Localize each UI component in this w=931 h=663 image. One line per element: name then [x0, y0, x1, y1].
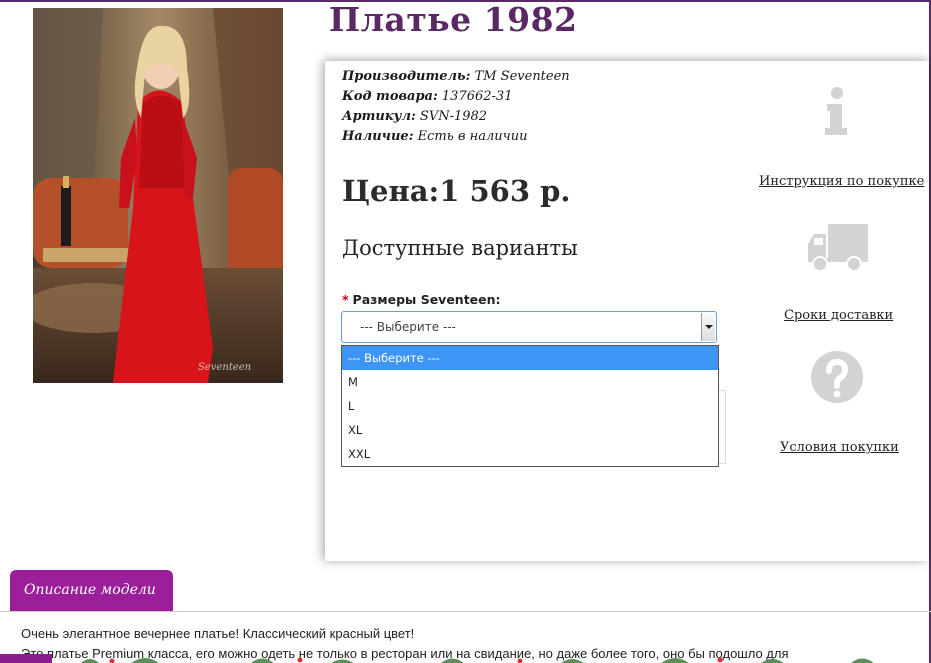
availability-value: Есть в наличии	[417, 129, 528, 144]
size-select-value: --- Выберите ---	[360, 320, 456, 334]
product-code-label: Код товара:	[342, 89, 438, 104]
product-code-value: 137662-31	[441, 89, 513, 104]
purchase-conditions-link[interactable]: Условия покупки	[780, 440, 899, 455]
manufacturer-value[interactable]: ТМ Seventeen	[475, 69, 570, 84]
description-line: Очень элегантное вечернее платье! Класси…	[21, 626, 415, 641]
tab-description[interactable]: Описание модели	[10, 570, 173, 612]
manufacturer-row: Производитель: ТМ Seventeen	[342, 69, 570, 84]
tab-divider	[0, 611, 931, 612]
product-photo[interactable]: Seventeen	[33, 8, 283, 383]
size-select[interactable]: --- Выберите ---	[341, 311, 717, 343]
article-label: Артикул:	[342, 109, 416, 124]
info-icon[interactable]	[822, 86, 850, 136]
manufacturer-label: Производитель:	[342, 69, 471, 84]
chevron-down-icon[interactable]	[701, 313, 715, 341]
size-option[interactable]: XXL	[342, 442, 718, 466]
size-option[interactable]: --- Выберите ---	[342, 346, 718, 370]
size-label: * Размеры Seventeen:	[342, 292, 501, 307]
size-label-text: Размеры Seventeen:	[352, 292, 501, 307]
size-dropdown-list[interactable]: --- Выберите --- M L XL XXL	[341, 345, 719, 467]
corner-tab	[0, 654, 52, 663]
photo-watermark: Seventeen	[198, 362, 251, 373]
availability-label: Наличие:	[342, 129, 414, 144]
size-option[interactable]: XL	[342, 418, 718, 442]
availability-row: Наличие: Есть в наличии	[342, 129, 527, 144]
article-value: SVN-1982	[419, 109, 488, 124]
purchase-instruction-link[interactable]: Инструкция по покупке	[759, 174, 924, 189]
size-option[interactable]: L	[342, 394, 718, 418]
options-heading: Доступные варианты	[342, 236, 578, 260]
product-price: Цена:1 563 р.	[342, 174, 571, 208]
delivery-terms-link[interactable]: Сроки доставки	[784, 308, 893, 323]
question-icon[interactable]	[810, 350, 864, 404]
tab-description-label: Описание модели	[24, 582, 156, 598]
truck-icon[interactable]	[806, 222, 870, 272]
product-title: Платье 1982	[329, 0, 578, 39]
decorative-garland	[0, 649, 931, 663]
article-row: Артикул: SVN-1982	[342, 109, 487, 124]
product-code-row: Код товара: 137662-31	[342, 89, 512, 104]
size-option[interactable]: M	[342, 370, 718, 394]
required-mark: *	[342, 292, 349, 307]
